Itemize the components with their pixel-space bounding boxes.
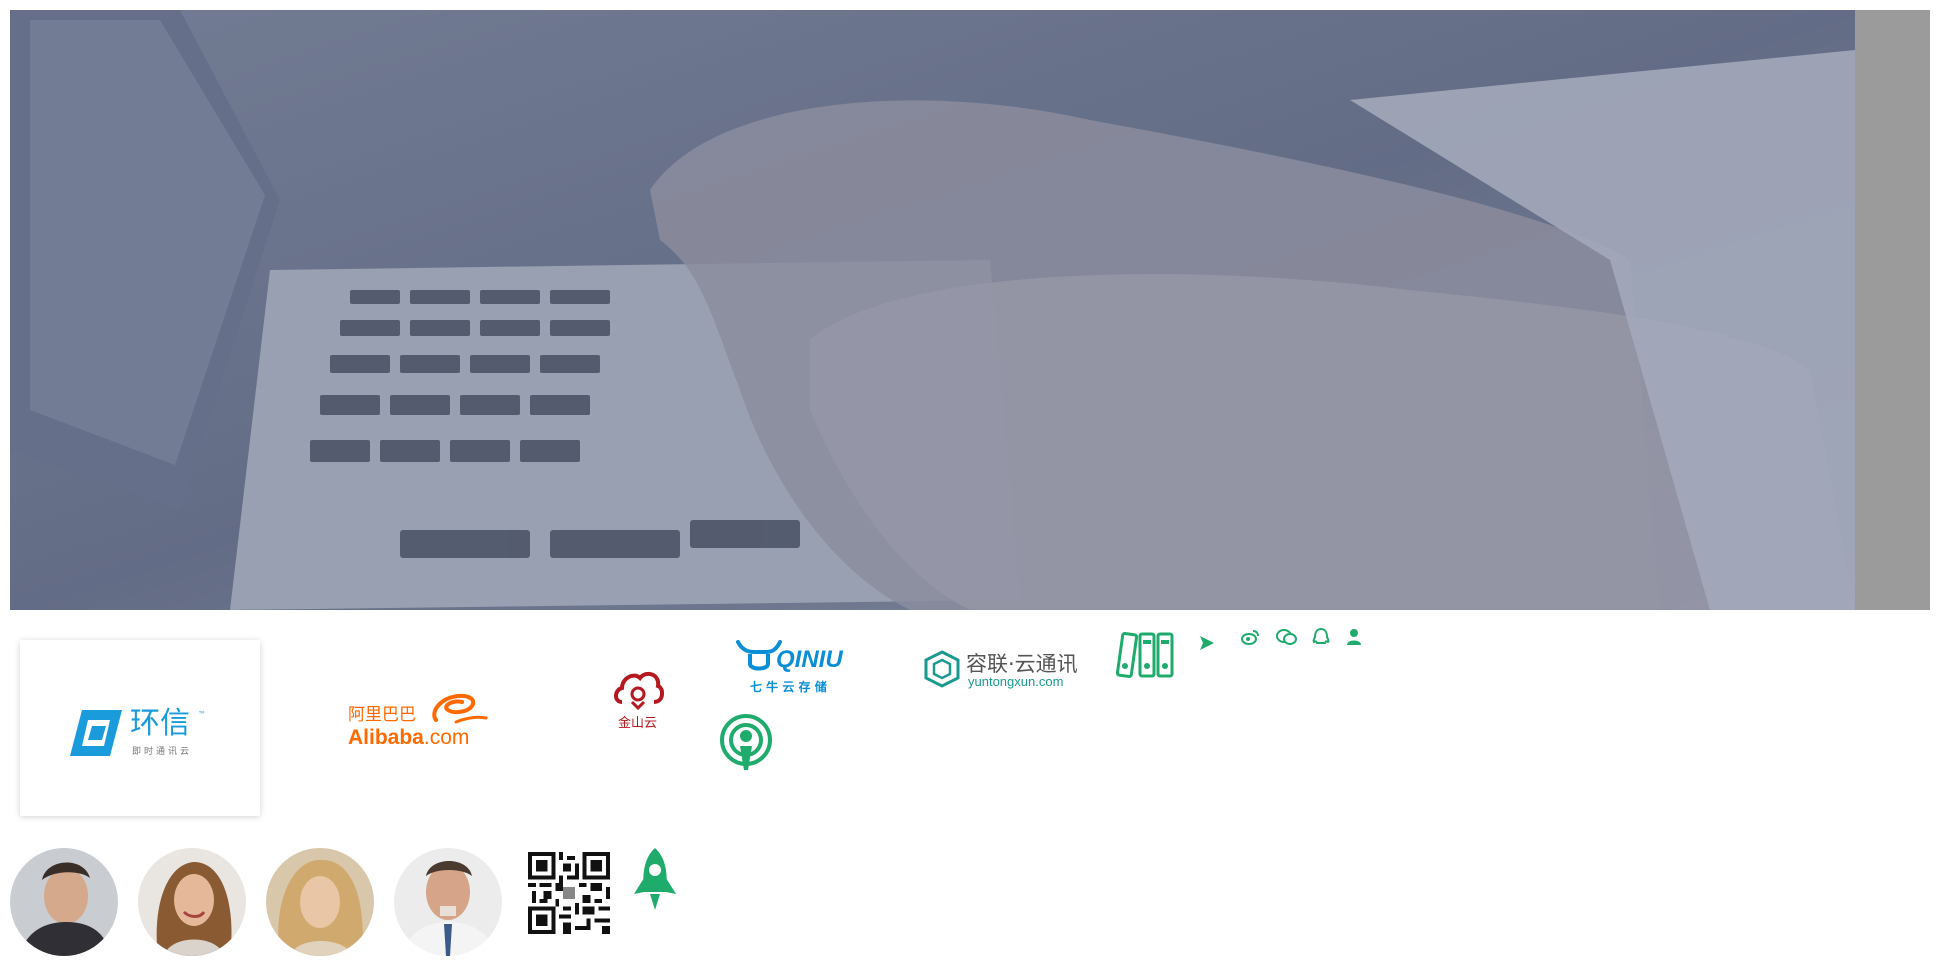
podcast-icon[interactable] <box>718 714 774 776</box>
ronglian-domain: yuntongxun.com <box>968 674 1064 689</box>
laptop-typing-illustration <box>10 10 1855 610</box>
hero-image <box>10 10 1855 610</box>
qiniu-en: QINIU <box>776 646 843 673</box>
alibaba-smile-icon <box>432 693 488 724</box>
alibaba-suffix: .com <box>423 726 470 749</box>
qiniu-logo[interactable]: QINIU 七 牛 云 存 储 <box>736 640 866 696</box>
qr-code-icon <box>528 852 610 938</box>
huanxin-name: 环信 <box>130 706 190 741</box>
play-icon[interactable] <box>1198 634 1216 656</box>
ronglian-hexagon-icon <box>924 650 960 688</box>
kingsoft-cloud-icon <box>614 671 664 710</box>
weibo-icon[interactable] <box>1240 628 1260 650</box>
woman-smiling-avatar[interactable] <box>138 848 246 956</box>
kingsoft-name: 金山云 <box>618 716 658 731</box>
kingsoft-cloud-logo[interactable]: 金山云 <box>608 668 668 731</box>
qiniu-cn: 七 牛 云 存 储 <box>750 680 827 694</box>
huanxin-tagline: 即时通讯云 <box>132 747 193 757</box>
ronglian-logo[interactable]: 容联·云通讯 yuntongxun.com <box>924 648 1096 692</box>
rocket-icon <box>632 846 678 916</box>
qq-icon[interactable] <box>1312 627 1330 650</box>
binders-icon <box>1114 630 1176 684</box>
alibaba-logo[interactable]: 阿里巴巴 Alibaba.com <box>346 692 496 752</box>
businessman-avatar[interactable] <box>394 848 502 956</box>
alibaba-en: Alibaba <box>348 726 424 749</box>
alibaba-cn: 阿里巴巴 <box>348 705 416 725</box>
wechat-icon[interactable] <box>1276 628 1298 650</box>
huanxin-logo-card[interactable]: 环信 ™ 即时通讯云 <box>20 640 260 816</box>
hero-side-panel <box>1855 10 1930 610</box>
man-avatar[interactable] <box>10 848 118 956</box>
huanxin-tm: ™ <box>198 710 206 719</box>
blonde-woman-avatar[interactable] <box>266 848 374 956</box>
huanxin-cube-icon <box>70 710 122 756</box>
user-icon[interactable] <box>1346 628 1362 650</box>
